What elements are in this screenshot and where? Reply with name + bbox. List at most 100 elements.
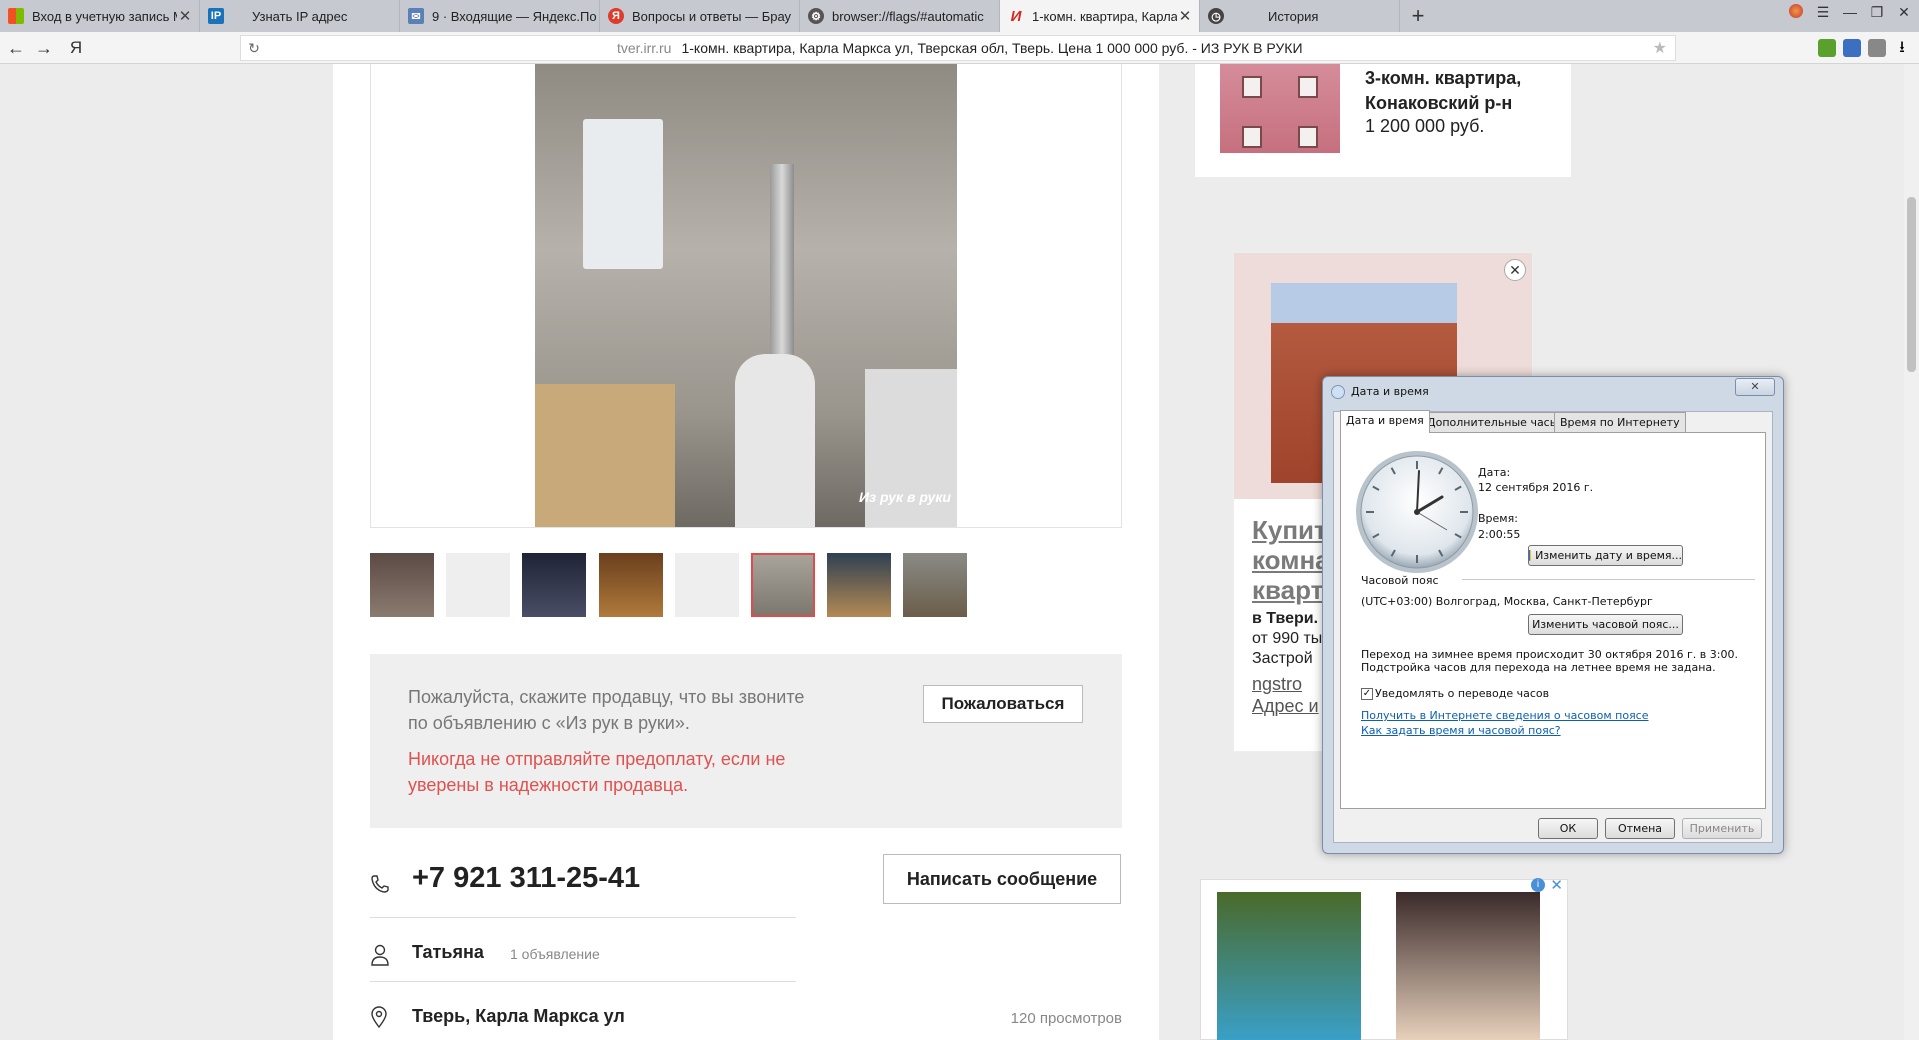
complain-button[interactable]: Пожаловаться: [923, 685, 1083, 723]
recommended-title[interactable]: 3-комн. квартира, Конаковский р-н: [1365, 66, 1565, 116]
new-tab-button[interactable]: +: [1404, 2, 1432, 30]
downloads-icon[interactable]: ⭳: [1893, 39, 1911, 57]
thumbnail[interactable]: [827, 553, 891, 617]
seller-phone[interactable]: +7 921 311-25-41: [412, 862, 640, 895]
close-tab-icon[interactable]: ✕: [177, 7, 193, 25]
tab-ip[interactable]: IP Узнать IP адрес: [200, 0, 400, 32]
back-icon[interactable]: ←: [4, 36, 28, 60]
scrollbar-thumb[interactable]: [1907, 197, 1916, 372]
recommended-photo[interactable]: [1220, 64, 1340, 153]
extension-icon[interactable]: [1843, 39, 1861, 57]
yandex-logo[interactable]: Я: [64, 36, 88, 60]
close-tab-icon[interactable]: ✕: [1177, 7, 1193, 25]
ad-close-icon[interactable]: ✕: [1504, 259, 1526, 281]
flags-icon: ⚙: [808, 8, 824, 24]
tab-yandex-mail[interactable]: ✉ 9 · Входящие — Яндекс.По: [400, 0, 600, 32]
recommended-listing[interactable]: 3-комн. квартира, Конаковский р-н 1 200 …: [1195, 64, 1571, 177]
notice-text: Пожалуйста, скажите продавцу, что вы зво…: [408, 687, 805, 733]
change-datetime-button[interactable]: Изменить дату и время...: [1528, 545, 1683, 566]
tab-title: История: [1268, 8, 1319, 24]
tab-flags[interactable]: ⚙ browser://flags/#automatic: [800, 0, 1000, 32]
minimize-icon[interactable]: —: [1839, 4, 1861, 20]
irr-icon: И: [1010, 7, 1022, 25]
tab-browser-help[interactable]: Я Вопросы и ответы — Брау: [600, 0, 800, 32]
address-bar: ← → Я ↻ tver.irr.ru 1-комн. квартира, Ка…: [0, 32, 1919, 64]
thumbnail[interactable]: [446, 553, 510, 617]
tab-additional-clocks[interactable]: Дополнительные часы: [1421, 412, 1565, 432]
ad-headline[interactable]: Купит комна кварт: [1252, 515, 1332, 605]
ad-photo[interactable]: [1396, 892, 1540, 1040]
tab-date-time[interactable]: Дата и время: [1340, 410, 1430, 433]
timezone-label: Часовой пояс: [1361, 574, 1439, 587]
ok-button[interactable]: ОК: [1538, 818, 1598, 839]
thumbnail[interactable]: [903, 553, 967, 617]
close-window-icon[interactable]: ✕: [1893, 4, 1915, 21]
forward-icon[interactable]: →: [32, 36, 56, 60]
timezone-info-link[interactable]: Получить в Интернете сведения о часовом …: [1361, 709, 1649, 722]
person-icon: [371, 944, 389, 966]
ad-text-line: Застрой: [1252, 650, 1313, 667]
uac-shield-icon: [1529, 550, 1532, 561]
analog-clock-icon: [1356, 451, 1478, 573]
ad-link[interactable]: ngstro Адрес и: [1252, 673, 1332, 717]
ad-link-line[interactable]: ngstro: [1252, 673, 1332, 695]
cancel-button[interactable]: Отмена: [1605, 818, 1675, 839]
seller-name[interactable]: Татьяна: [412, 942, 484, 963]
tab-title: 1-комн. квартира, Карла: [1032, 8, 1177, 24]
thumbnail[interactable]: [522, 553, 586, 617]
timezone-help-link[interactable]: Как задать время и часовой пояс?: [1361, 724, 1561, 737]
reload-icon[interactable]: ↻: [241, 40, 267, 57]
dst-info-line: Переход на зимнее время происходит 30 ок…: [1361, 648, 1738, 661]
ad-info-icon[interactable]: i: [1531, 878, 1545, 892]
seller-row: Татьяна 1 объявление: [370, 936, 870, 976]
location-pin-icon: [371, 1006, 387, 1028]
listing-photo[interactable]: Из рук в руки: [535, 64, 957, 527]
notify-checkbox[interactable]: ✓: [1361, 688, 1373, 700]
tab-title: Вопросы и ответы — Брау: [632, 8, 792, 24]
menu-icon[interactable]: ☰: [1812, 4, 1834, 21]
photo-viewer[interactable]: Из рук в руки: [370, 64, 1122, 528]
thumbnail[interactable]: [370, 553, 434, 617]
thumbnail[interactable]: [599, 553, 663, 617]
protect-icon[interactable]: [1785, 4, 1807, 21]
date-label: Дата:: [1478, 466, 1511, 479]
url-field[interactable]: ↻ tver.irr.ru 1-комн. квартира, Карла Ма…: [240, 35, 1676, 61]
datetime-dialog: Дата и время ✕ Дата и время Дополнительн…: [1322, 376, 1784, 854]
ad-banner-photos[interactable]: i ✕: [1200, 876, 1568, 1040]
page-scrollbar[interactable]: [1904, 64, 1919, 1040]
sink-shape: [535, 384, 675, 527]
contact-row: +7 921 311-25-41 Написать сообщение: [370, 854, 1122, 910]
date-time-panel: Дата: 12 сентября 2016 г. Время: 2:00:55…: [1340, 432, 1766, 809]
seller-ads-count[interactable]: 1 объявление: [510, 946, 600, 962]
apply-button[interactable]: Применить: [1682, 818, 1762, 839]
separator: [1462, 579, 1755, 580]
mail-icon: ✉: [408, 8, 424, 24]
ad-photo[interactable]: [1217, 892, 1361, 1040]
dialog-title: Дата и время: [1351, 385, 1429, 398]
notify-label[interactable]: Уведомлять о переводе часов: [1375, 687, 1549, 700]
restore-icon[interactable]: ❐: [1866, 4, 1888, 21]
divider: [370, 981, 796, 982]
dialog-close-button[interactable]: ✕: [1735, 378, 1775, 396]
ad-close-icon[interactable]: ✕: [1550, 876, 1563, 894]
change-timezone-button[interactable]: Изменить часовой пояс...: [1528, 614, 1683, 635]
tab-irr-listing[interactable]: И 1-комн. квартира, Карла ✕: [1000, 0, 1200, 32]
address-row: Тверь, Карла Маркса ул 120 просмотров: [370, 1000, 1122, 1040]
views-count: 120 просмотров: [1010, 1010, 1122, 1027]
write-message-button[interactable]: Написать сообщение: [883, 854, 1121, 904]
adblock-icon[interactable]: [1868, 39, 1886, 57]
download-manager-icon[interactable]: [1818, 39, 1836, 57]
window-shape: [1298, 126, 1318, 148]
bookmark-star-icon[interactable]: ★: [1653, 38, 1667, 58]
time-label: Время:: [1478, 512, 1518, 525]
tab-history[interactable]: ◷ История: [1200, 0, 1400, 32]
tab-bar: Вход в учетную запись М ✕ IP Узнать IP а…: [0, 0, 1919, 32]
ad-link-line[interactable]: Адрес и: [1252, 695, 1332, 717]
thumbnail-selected[interactable]: [751, 553, 815, 617]
tab-internet-time[interactable]: Время по Интернету: [1554, 412, 1686, 432]
url-domain: tver.irr.ru: [617, 40, 672, 56]
time-value: 2:00:55: [1478, 528, 1521, 541]
tab-microsoft-login[interactable]: Вход в учетную запись М ✕: [0, 0, 200, 32]
history-icon: ◷: [1208, 8, 1224, 24]
thumbnail[interactable]: [675, 553, 739, 617]
